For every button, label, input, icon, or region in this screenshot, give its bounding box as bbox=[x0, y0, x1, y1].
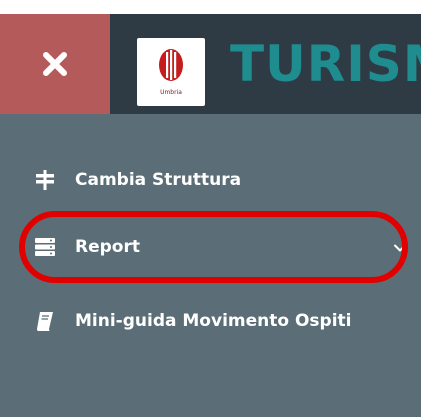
top-header: Umbria TURISMA bbox=[0, 0, 421, 114]
sidebar-item-label: Cambia Struttura bbox=[75, 170, 242, 190]
sidebar-item-label: Report bbox=[75, 237, 140, 257]
chevron-down-icon[interactable] bbox=[393, 240, 407, 254]
sidebar-menu: Cambia Struttura Report Mini-guida Movim… bbox=[0, 114, 421, 417]
region-logo[interactable]: Umbria bbox=[137, 38, 205, 106]
signpost-icon bbox=[34, 169, 56, 191]
server-icon bbox=[34, 236, 56, 258]
sidebar-item-cambia-struttura[interactable]: Cambia Struttura bbox=[0, 160, 421, 200]
close-menu-button[interactable] bbox=[0, 14, 110, 114]
book-icon bbox=[34, 310, 56, 332]
app-title: TURISMA bbox=[230, 35, 421, 93]
logo-caption: Umbria bbox=[160, 89, 182, 96]
app-root: Umbria TURISMA Cambia Struttura bbox=[0, 0, 421, 417]
sidebar-item-mini-guida[interactable]: Mini-guida Movimento Ospiti bbox=[0, 301, 421, 341]
sidebar-item-report[interactable]: Report bbox=[0, 227, 421, 267]
brand-bar: Umbria TURISMA bbox=[110, 14, 421, 114]
close-icon bbox=[43, 52, 67, 76]
sidebar-item-label: Mini-guida Movimento Ospiti bbox=[75, 311, 352, 331]
